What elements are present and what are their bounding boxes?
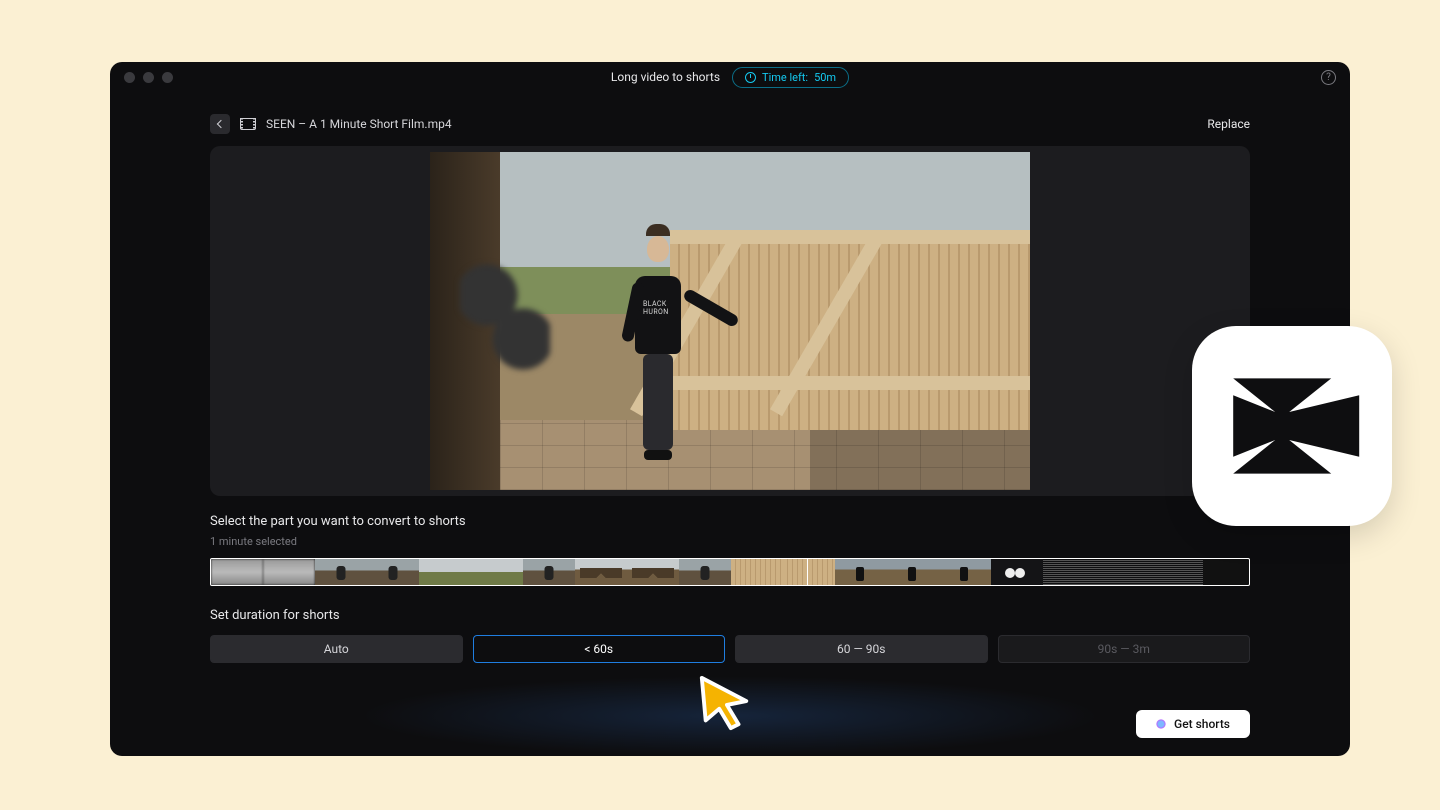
timeline-thumb[interactable]: [731, 559, 783, 585]
titlebar: Long video to shorts Time left: 50m ?: [110, 62, 1350, 92]
help-icon[interactable]: ?: [1321, 70, 1336, 85]
duration-option-90s-3m: 90s — 3m: [998, 635, 1251, 663]
timeline[interactable]: [210, 558, 1250, 586]
selection-length-label: 1 minute selected: [210, 535, 1250, 548]
timeline-thumb[interactable]: [1043, 559, 1203, 585]
timeline-thumb[interactable]: [263, 559, 315, 585]
duration-options: Auto < 60s 60 — 90s 90s — 3m: [210, 635, 1250, 663]
duration-title: Set duration for shorts: [210, 608, 1250, 623]
video-preview[interactable]: BLACKHURON: [210, 146, 1250, 496]
chevron-left-icon: [217, 120, 225, 128]
timeline-thumb[interactable]: [211, 559, 263, 585]
duration-option-60s[interactable]: < 60s: [473, 635, 726, 663]
duration-option-auto[interactable]: Auto: [210, 635, 463, 663]
replace-button[interactable]: Replace: [1207, 117, 1250, 131]
select-part-title: Select the part you want to convert to s…: [210, 514, 1250, 529]
timeline-thumb[interactable]: [835, 559, 887, 585]
time-left-value: 50m: [814, 71, 836, 84]
duration-option-60-90s[interactable]: 60 — 90s: [735, 635, 988, 663]
timeline-thumb[interactable]: [575, 559, 627, 585]
timeline-thumb[interactable]: [367, 559, 419, 585]
capcut-badge: [1192, 326, 1392, 526]
timeline-thumb[interactable]: [471, 559, 523, 585]
get-shorts-label: Get shorts: [1174, 717, 1230, 731]
playhead[interactable]: [807, 558, 808, 586]
back-button[interactable]: [210, 114, 230, 134]
page-title: Long video to shorts: [611, 70, 720, 84]
timeline-thumb[interactable]: [315, 559, 367, 585]
timeline-thumb[interactable]: [887, 559, 939, 585]
capcut-logo-icon: [1222, 370, 1362, 482]
app-window: Long video to shorts Time left: 50m ? SE…: [110, 62, 1350, 756]
timeline-thumb[interactable]: [991, 559, 1043, 585]
get-shorts-button[interactable]: Get shorts: [1136, 710, 1250, 738]
sparkle-icon: [1156, 719, 1166, 729]
timeline-thumb[interactable]: [783, 559, 835, 585]
timeline-thumb[interactable]: [939, 559, 991, 585]
film-icon: [240, 118, 256, 130]
time-left-prefix: Time left:: [762, 71, 808, 84]
timeline-thumb[interactable]: [523, 559, 575, 585]
timeline-thumb[interactable]: [627, 559, 679, 585]
filename-label: SEEN – A 1 Minute Short Film.mp4: [266, 117, 452, 131]
clock-icon: [745, 72, 756, 83]
timeline-thumb[interactable]: [679, 559, 731, 585]
timeline-thumb[interactable]: [419, 559, 471, 585]
cursor-pointer-icon: [696, 674, 754, 732]
video-frame: BLACKHURON: [430, 152, 1030, 490]
time-left-pill: Time left: 50m: [732, 67, 849, 88]
